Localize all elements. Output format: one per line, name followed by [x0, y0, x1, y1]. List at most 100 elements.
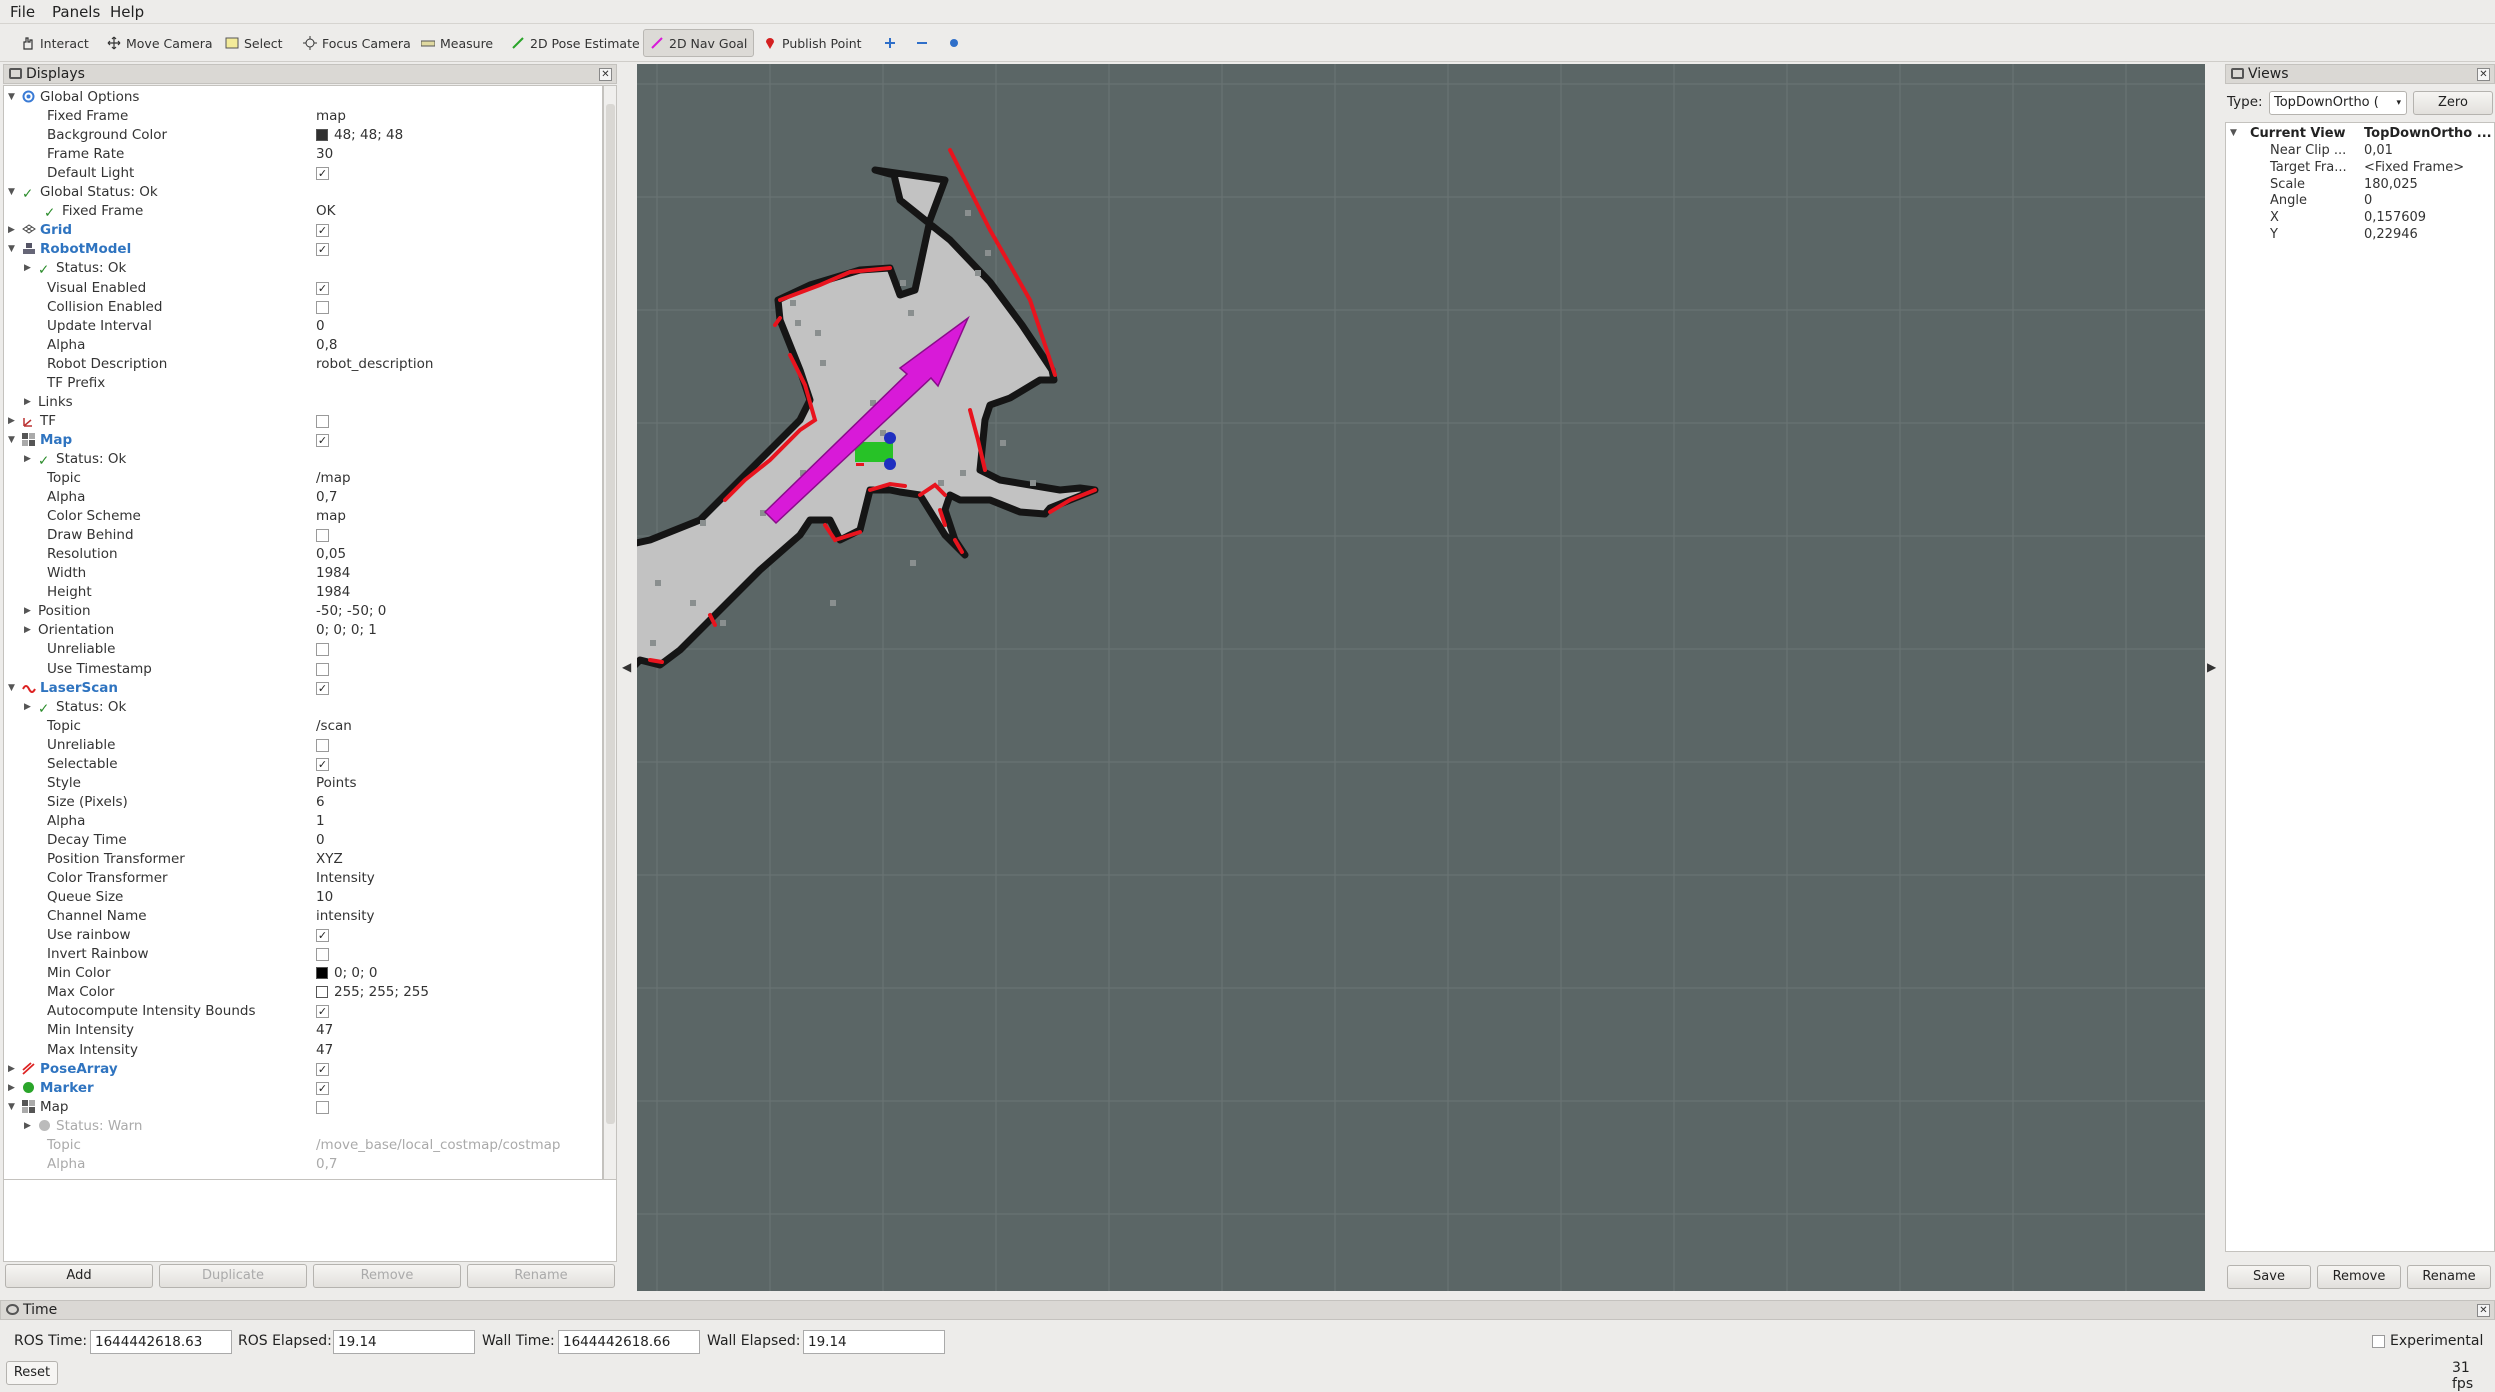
ros-elapsed-field[interactable]: 19.14	[333, 1330, 475, 1354]
view-property-value[interactable]: 180,025	[2364, 176, 2418, 193]
display-row-value[interactable]: 1	[316, 812, 325, 831]
close-icon[interactable]: ✕	[2477, 68, 2490, 81]
display-row[interactable]: ▼ Map	[4, 1098, 602, 1117]
interact-tool[interactable]: Interact	[14, 29, 96, 57]
display-row[interactable]: Topic/map	[4, 469, 602, 488]
display-row-value[interactable]: -50; -50; 0	[316, 602, 386, 621]
display-row-checkbox[interactable]: ✓	[316, 224, 329, 238]
display-row[interactable]: Autocompute Intensity Bounds ✓	[4, 1002, 602, 1021]
expand-arrow-icon[interactable]: ▶	[8, 1079, 15, 1098]
display-row-value[interactable]: /scan	[316, 717, 352, 736]
display-row[interactable]: ▶ Orientation 0; 0; 0; 1	[4, 621, 602, 640]
collapse-left-icon[interactable]: ◀	[622, 660, 631, 674]
display-row[interactable]: TF Prefix	[4, 374, 602, 393]
display-row-value[interactable]: 47	[316, 1021, 333, 1040]
display-row[interactable]: ▶ TF	[4, 412, 602, 431]
tool-properties-button[interactable]	[940, 29, 968, 57]
display-row[interactable]: Resolution 0,05	[4, 545, 602, 564]
display-row[interactable]: ▶ PoseArray ✓	[4, 1060, 602, 1079]
display-row-value[interactable]: map	[316, 107, 346, 126]
display-row[interactable]: ▶ ✓ Status: Ok	[4, 450, 602, 469]
display-row[interactable]: ▼ RobotModel ✓	[4, 240, 602, 259]
expand-arrow-icon[interactable]: ▶	[24, 450, 31, 469]
add-display-button[interactable]: Add	[5, 1264, 153, 1288]
display-row-checkbox[interactable]: ✓	[316, 167, 329, 181]
display-row-value[interactable]: 1984	[316, 564, 350, 583]
display-row[interactable]: Invert Rainbow	[4, 945, 602, 964]
display-row-checkbox[interactable]: ✓	[316, 929, 329, 943]
display-row[interactable]: Visual Enabled ✓	[4, 279, 602, 298]
display-row-checkbox[interactable]	[316, 662, 329, 676]
display-row-value[interactable]: Points	[316, 774, 357, 793]
focus-camera-tool[interactable]: Focus Camera	[296, 29, 418, 57]
menu-help[interactable]: Help	[110, 3, 144, 21]
display-row-value[interactable]: 0; 0; 0	[334, 964, 377, 983]
collapse-arrow-icon[interactable]: ▼	[8, 88, 15, 107]
current-view-row[interactable]: ▼ Current View TopDownOrtho ...	[2226, 125, 2495, 142]
color-swatch[interactable]	[316, 129, 328, 142]
display-row[interactable]: Max Intensity 47	[4, 1041, 602, 1060]
display-row-value[interactable]: 0,7	[316, 488, 337, 507]
display-row-checkbox[interactable]	[316, 414, 329, 428]
display-row[interactable]: ▼ LaserScan ✓	[4, 679, 602, 698]
display-row-checkbox[interactable]	[316, 738, 329, 752]
expand-arrow-icon[interactable]: ▶	[8, 221, 15, 240]
view-property-value[interactable]: 0,157609	[2364, 209, 2426, 226]
display-row-value[interactable]: 47	[316, 1041, 333, 1060]
display-row[interactable]: ▼ Map ✓	[4, 431, 602, 450]
display-row[interactable]: ▶ ✓ Status: Ok	[4, 259, 602, 278]
color-swatch[interactable]	[316, 967, 328, 980]
zero-button[interactable]: Zero	[2413, 91, 2493, 115]
display-row-checkbox[interactable]: ✓	[316, 433, 329, 447]
display-row-checkbox[interactable]: ✓	[316, 281, 329, 295]
color-swatch[interactable]	[316, 986, 328, 999]
display-row[interactable]: Width 1984	[4, 564, 602, 583]
collapse-arrow-icon[interactable]: ▼	[8, 183, 15, 202]
experimental-checkbox[interactable]	[2372, 1335, 2385, 1348]
render-viewport[interactable]	[637, 64, 2205, 1291]
display-row[interactable]: Style Points	[4, 774, 602, 793]
collapse-arrow-icon[interactable]: ▼	[8, 679, 15, 698]
remove-tool-button[interactable]	[908, 29, 936, 57]
display-row-value[interactable]: 0,05	[316, 545, 346, 564]
display-row[interactable]: Selectable ✓	[4, 755, 602, 774]
display-row[interactable]: ▼ Global Options	[4, 88, 602, 107]
display-row[interactable]: Frame Rate 30	[4, 145, 602, 164]
scrollbar-thumb[interactable]	[606, 104, 615, 1124]
measure-tool[interactable]: Measure	[414, 29, 500, 57]
display-row[interactable]: ▶ Grid ✓	[4, 221, 602, 240]
collapse-arrow-icon[interactable]: ▼	[8, 431, 15, 450]
display-row-value[interactable]: 10	[316, 888, 333, 907]
display-row[interactable]: Channel Name intensity	[4, 907, 602, 926]
display-row-value[interactable]: /map	[316, 469, 351, 488]
display-row-value[interactable]: 6	[316, 793, 325, 812]
view-property-value[interactable]: <Fixed Frame>	[2364, 159, 2464, 176]
view-property-row[interactable]: Near Clip ... 0,01	[2226, 142, 2495, 159]
view-property-row[interactable]: Target Fra... <Fixed Frame>	[2226, 159, 2495, 176]
remove-view-button[interactable]: Remove	[2317, 1265, 2401, 1289]
display-row[interactable]: ▶ Links	[4, 393, 602, 412]
display-row[interactable]: Alpha 0,8	[4, 336, 602, 355]
display-row-value[interactable]: 1984	[316, 583, 350, 602]
display-row[interactable]: Topic/scan	[4, 717, 602, 736]
expand-icon[interactable]: ▼	[2230, 125, 2237, 142]
expand-arrow-icon[interactable]: ▶	[8, 1060, 15, 1079]
display-row-value[interactable]: Intensity	[316, 869, 375, 888]
display-row[interactable]: Robot Description robot_description	[4, 355, 602, 374]
display-row-value[interactable]: 0,7	[316, 1155, 337, 1174]
display-row[interactable]: Alpha 0,7	[4, 488, 602, 507]
display-row-checkbox[interactable]	[316, 643, 329, 657]
view-property-value[interactable]: 0,01	[2364, 142, 2393, 159]
display-row-value[interactable]: 48; 48; 48	[334, 126, 403, 145]
display-row[interactable]: Min Intensity 47	[4, 1021, 602, 1040]
expand-arrow-icon[interactable]: ▶	[24, 393, 31, 412]
display-row[interactable]: Height 1984	[4, 583, 602, 602]
close-icon[interactable]: ✕	[599, 68, 612, 81]
display-row-checkbox[interactable]	[316, 529, 329, 543]
display-row-value[interactable]: 0	[316, 831, 325, 850]
expand-arrow-icon[interactable]: ▶	[8, 412, 15, 431]
expand-arrow-icon[interactable]: ▶	[24, 259, 31, 278]
view-property-row[interactable]: Angle 0	[2226, 192, 2495, 209]
wall-elapsed-field[interactable]: 19.14	[803, 1330, 945, 1354]
display-row[interactable]: Max Color 255; 255; 255	[4, 983, 602, 1002]
